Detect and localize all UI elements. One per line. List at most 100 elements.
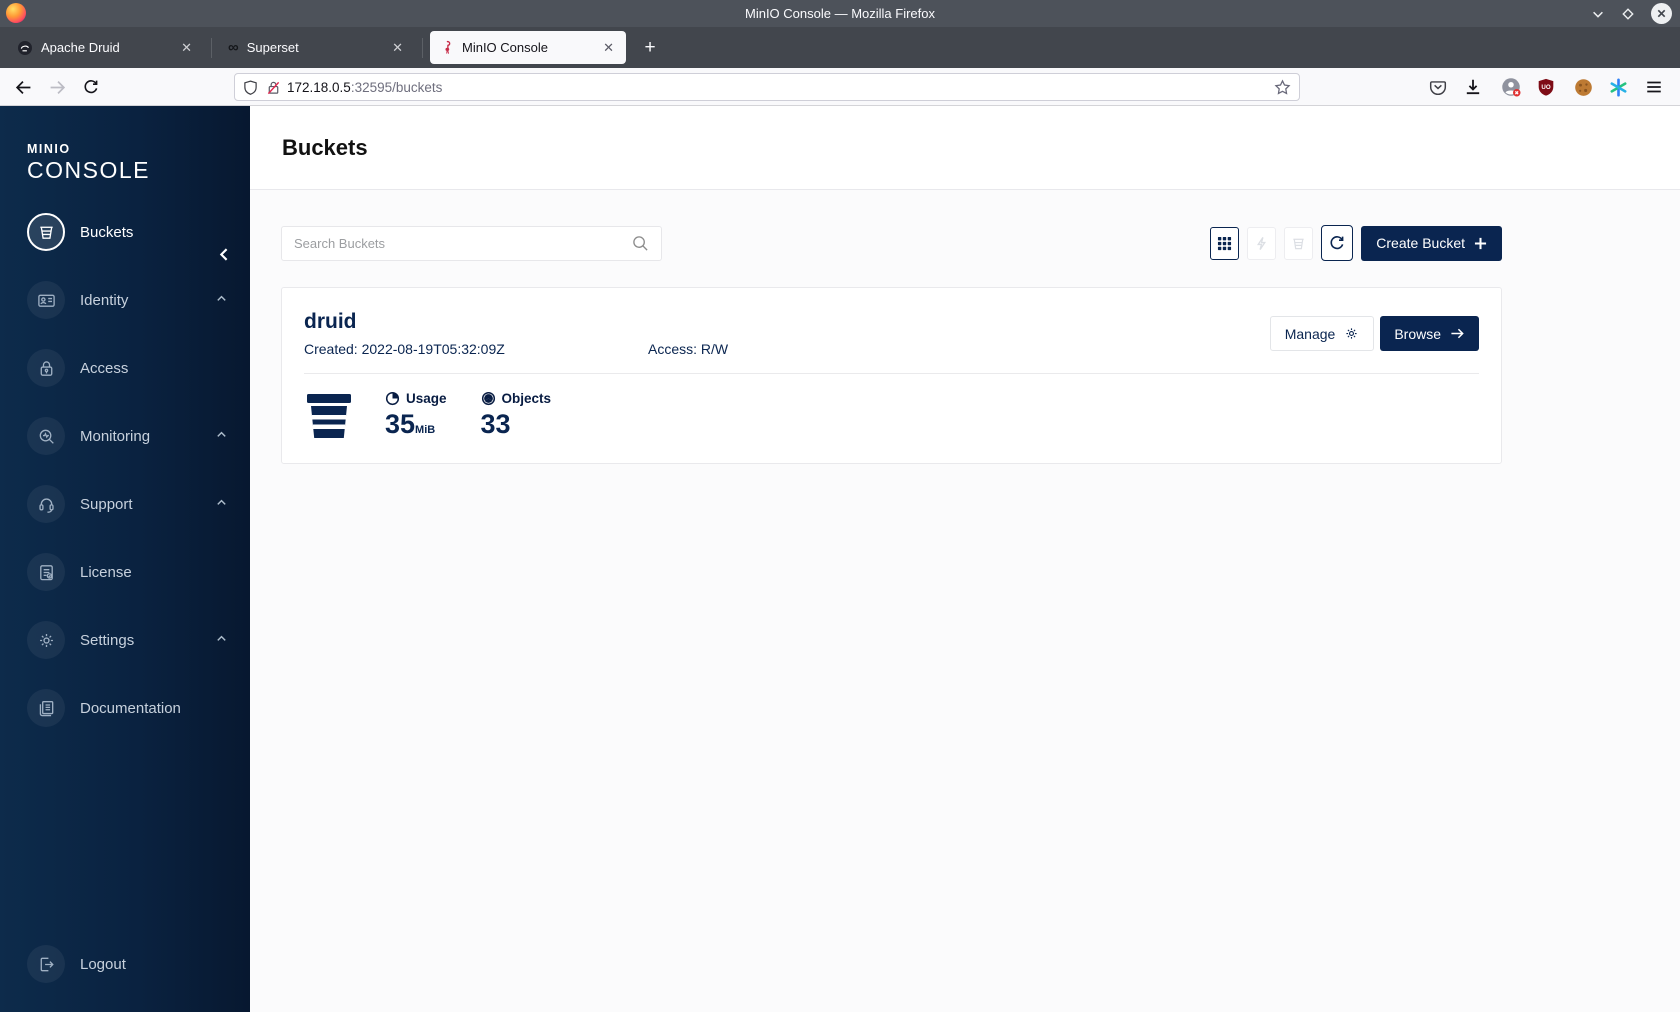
sidebar-item-support[interactable]: Support — [0, 470, 250, 538]
sidebar: MINIO CONSOLE Buckets Identity Access Mo… — [0, 106, 250, 1012]
tab-title: Superset — [246, 40, 299, 55]
usage-pie-icon — [385, 391, 400, 406]
tab-title: Apache Druid — [41, 40, 120, 55]
downloads-icon[interactable] — [1462, 76, 1484, 98]
manage-gear-icon — [1346, 328, 1357, 339]
sidebar-menu: Buckets Identity Access Monitoring Suppo… — [0, 198, 250, 742]
search-input[interactable] — [294, 235, 632, 251]
identity-card-icon — [27, 281, 65, 319]
tab-close-icon[interactable]: ✕ — [389, 40, 406, 56]
chevron-up-icon[interactable] — [215, 292, 228, 305]
tab-close-icon[interactable]: ✕ — [178, 40, 195, 56]
svg-text:UO: UO — [1541, 84, 1550, 91]
license-document-icon — [27, 553, 65, 591]
sidebar-item-access[interactable]: Access — [0, 334, 250, 402]
tab-strip: Apache Druid ✕ ∞ Superset ✕ MinIO Consol… — [0, 27, 1680, 68]
manage-button[interactable]: Manage — [1269, 316, 1375, 351]
grid-view-toggle-button[interactable] — [1210, 226, 1240, 260]
sidebar-item-label: Settings — [80, 631, 135, 649]
url-text: 172.18.0.5:32595/buckets — [287, 80, 1274, 95]
tab-separator — [211, 37, 212, 58]
monitoring-search-icon — [27, 417, 65, 455]
page-title: Buckets — [282, 134, 368, 160]
sidebar-item-license[interactable]: License — [0, 538, 250, 606]
cookie-extension-icon[interactable] — [1572, 76, 1594, 98]
sidebar-item-logout[interactable]: Logout — [0, 930, 250, 998]
tab-minio-console[interactable]: MinIO Console ✕ — [430, 31, 626, 64]
chevron-up-icon[interactable] — [215, 496, 228, 509]
sidebar-item-label: Documentation — [80, 699, 181, 717]
chevron-up-icon[interactable] — [215, 632, 228, 645]
delete-bucket-button[interactable] — [1284, 226, 1314, 260]
shield-permissions-icon[interactable] — [243, 79, 258, 95]
sidebar-item-label: Identity — [80, 291, 129, 309]
sidebar-item-documentation[interactable]: Documentation — [0, 674, 250, 742]
url-path: :32595/buckets — [350, 79, 443, 95]
bookmark-star-icon[interactable] — [1274, 78, 1291, 96]
logo-console-text: CONSOLE — [27, 157, 150, 183]
url-host: 172.18.0.5 — [287, 79, 351, 95]
bucket-created: Created: 2022-08-19T05:32:09Z — [304, 341, 505, 357]
url-bar[interactable]: 172.18.0.5:32595/buckets — [234, 73, 1300, 101]
ublock-origin-icon[interactable]: UO — [1535, 76, 1557, 98]
forward-button[interactable] — [46, 76, 68, 98]
window-close-button[interactable] — [1651, 3, 1672, 24]
browser-toolbar: 172.18.0.5:32595/buckets UO — [0, 68, 1680, 106]
tab-apache-druid[interactable]: Apache Druid ✕ — [8, 31, 204, 64]
bucket-name: druid — [304, 310, 357, 333]
objects-label: Objects — [501, 391, 552, 406]
druid-tab-icon — [18, 40, 32, 55]
manage-label: Manage — [1284, 325, 1336, 342]
bucket-access: Access: R/W — [648, 341, 729, 357]
create-bucket-button[interactable]: Create Bucket — [1361, 225, 1502, 261]
bucket-large-icon — [307, 394, 351, 438]
pocket-icon[interactable] — [1427, 76, 1449, 98]
usage-metric: Usage 35MiB — [385, 391, 447, 439]
minio-flamingo-tab-icon — [445, 40, 451, 54]
replication-actions-button[interactable] — [1247, 226, 1277, 260]
sidebar-item-label: License — [80, 563, 132, 581]
tab-separator — [422, 37, 423, 58]
sidebar-item-buckets[interactable]: Buckets — [0, 198, 250, 266]
window-titlebar: MinIO Console — Mozilla Firefox — [0, 0, 1680, 27]
search-box — [281, 225, 662, 261]
window-title: MinIO Console — Mozilla Firefox — [745, 6, 935, 21]
sidebar-item-identity[interactable]: Identity — [0, 266, 250, 334]
sidebar-item-label: Buckets — [80, 223, 134, 241]
objects-metric: Objects 33 — [481, 391, 552, 439]
refresh-button[interactable] — [1321, 225, 1354, 261]
objects-segments-icon — [481, 391, 495, 406]
tab-superset[interactable]: ∞ Superset ✕ — [219, 31, 415, 64]
hamburger-menu-icon[interactable] — [1643, 76, 1665, 98]
new-tab-button[interactable]: + — [636, 34, 664, 62]
back-button[interactable] — [12, 76, 34, 98]
insecure-lock-icon[interactable] — [266, 80, 281, 95]
sidebar-item-settings[interactable]: Settings — [0, 606, 250, 674]
usage-unit: MiB — [415, 424, 436, 436]
minio-console-logo: MINIO CONSOLE — [0, 106, 250, 184]
usage-label: Usage — [406, 391, 447, 406]
bucket-icon — [27, 213, 65, 251]
sidebar-item-label: Support — [80, 495, 133, 513]
multi-account-containers-icon[interactable] — [1607, 76, 1629, 98]
arrow-right-icon — [1451, 328, 1464, 339]
sidebar-item-monitoring[interactable]: Monitoring — [0, 402, 250, 470]
account-extension-icon[interactable] — [1500, 76, 1522, 98]
window-minimize-button[interactable] — [1591, 7, 1605, 21]
browse-button[interactable]: Browse — [1380, 316, 1479, 351]
bucket-card-druid[interactable]: druid Created: 2022-08-19T05:32:09Z Acce… — [281, 287, 1502, 464]
tab-close-icon[interactable]: ✕ — [600, 40, 617, 56]
settings-gear-icon — [27, 621, 65, 659]
page-header: Buckets — [250, 106, 1680, 190]
create-bucket-label: Create Bucket — [1376, 235, 1465, 251]
superset-tab-icon: ∞ — [228, 39, 239, 56]
logout-icon — [27, 945, 65, 983]
reload-button[interactable] — [80, 76, 102, 98]
access-lock-icon — [27, 349, 65, 387]
tab-title: MinIO Console — [462, 40, 548, 55]
window-maximize-button[interactable] — [1621, 7, 1635, 21]
buckets-toolbar: Create Bucket — [281, 225, 1502, 261]
chevron-up-icon[interactable] — [215, 428, 228, 441]
objects-value: 33 — [480, 409, 511, 439]
sidebar-item-label: Access — [80, 359, 129, 377]
